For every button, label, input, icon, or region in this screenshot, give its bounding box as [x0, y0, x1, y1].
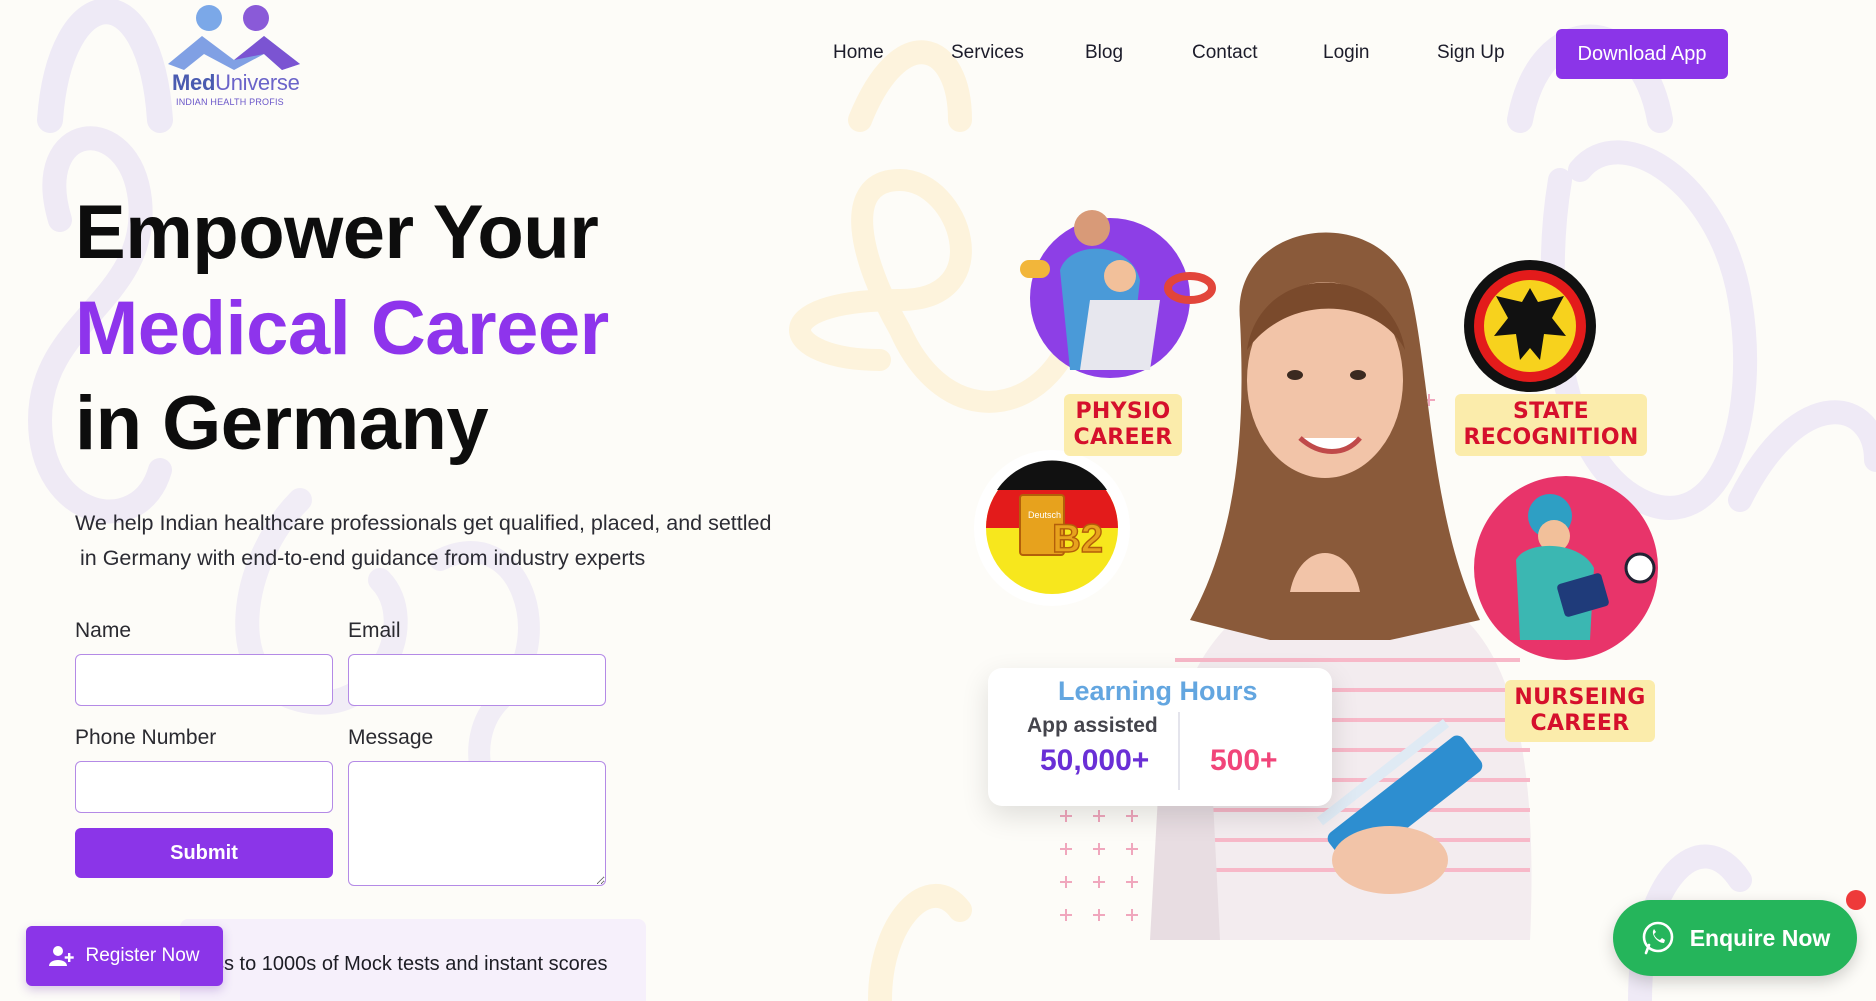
enquire-now-label: Enquire Now [1689, 924, 1831, 951]
stat-title: Learning Hours [1058, 676, 1258, 706]
physio-illustration [1020, 210, 1216, 378]
phone-label: Phone Number [75, 726, 217, 749]
nurse-illustration [1474, 476, 1658, 660]
whatsapp-icon [1642, 921, 1674, 955]
add-user-icon [49, 946, 75, 966]
notification-dot [1846, 890, 1866, 910]
nav-blog[interactable]: Blog [1085, 42, 1123, 64]
name-label: Name [75, 619, 132, 642]
download-app-button[interactable]: Download App [1556, 29, 1728, 79]
hero-description: We help Indian healthcare professionals … [75, 511, 772, 570]
physio-career-badge: PHYSIO CAREER [1064, 394, 1182, 456]
stat-subtitle: App assisted [1027, 714, 1158, 737]
stat-divider [1178, 712, 1180, 790]
email-input[interactable] [348, 654, 606, 706]
nav-services[interactable]: Services [951, 42, 1024, 64]
register-now-label: Register Now [85, 945, 200, 966]
state-recognition-badge: STATE RECOGNITION [1455, 394, 1647, 456]
nav-contact[interactable]: Contact [1192, 42, 1257, 64]
german-eagle-seal [1464, 260, 1596, 392]
hero-title-line-2: Medical Career [75, 286, 609, 371]
nav-login[interactable]: Login [1323, 42, 1370, 64]
message-textarea[interactable] [348, 761, 606, 886]
message-label: Message [348, 726, 434, 749]
hero-title-line-3: in Germany [75, 381, 489, 466]
enquire-now-button[interactable]: Enquire Now [1613, 900, 1857, 976]
learning-hours-card: Learning Hours App assisted 50,000+ 500+ [988, 668, 1332, 806]
submit-button[interactable]: Submit [75, 828, 333, 878]
register-now-button[interactable]: Register Now [26, 926, 223, 986]
stat-value-app-hours: 50,000+ [1040, 744, 1150, 777]
nursing-career-badge: NURSEING CAREER [1505, 680, 1655, 742]
nav-home[interactable]: Home [833, 42, 884, 64]
mock-tests-text: ss to 1000s of Mock tests and instant sc… [214, 953, 608, 975]
stat-value-secondary: 500+ [1210, 744, 1278, 777]
hero-title-line-1: Empower Your [75, 190, 599, 275]
email-label: Email [348, 619, 401, 642]
brand-tagline: INDIAN HEALTH PROFIS [176, 97, 284, 107]
hero-illustration: Deutsch B2 [974, 210, 1658, 940]
nav-sign-up[interactable]: Sign Up [1437, 42, 1505, 64]
name-input[interactable] [75, 654, 333, 706]
b2-level-text: B2 [1052, 517, 1103, 561]
phone-input[interactable] [75, 761, 333, 813]
